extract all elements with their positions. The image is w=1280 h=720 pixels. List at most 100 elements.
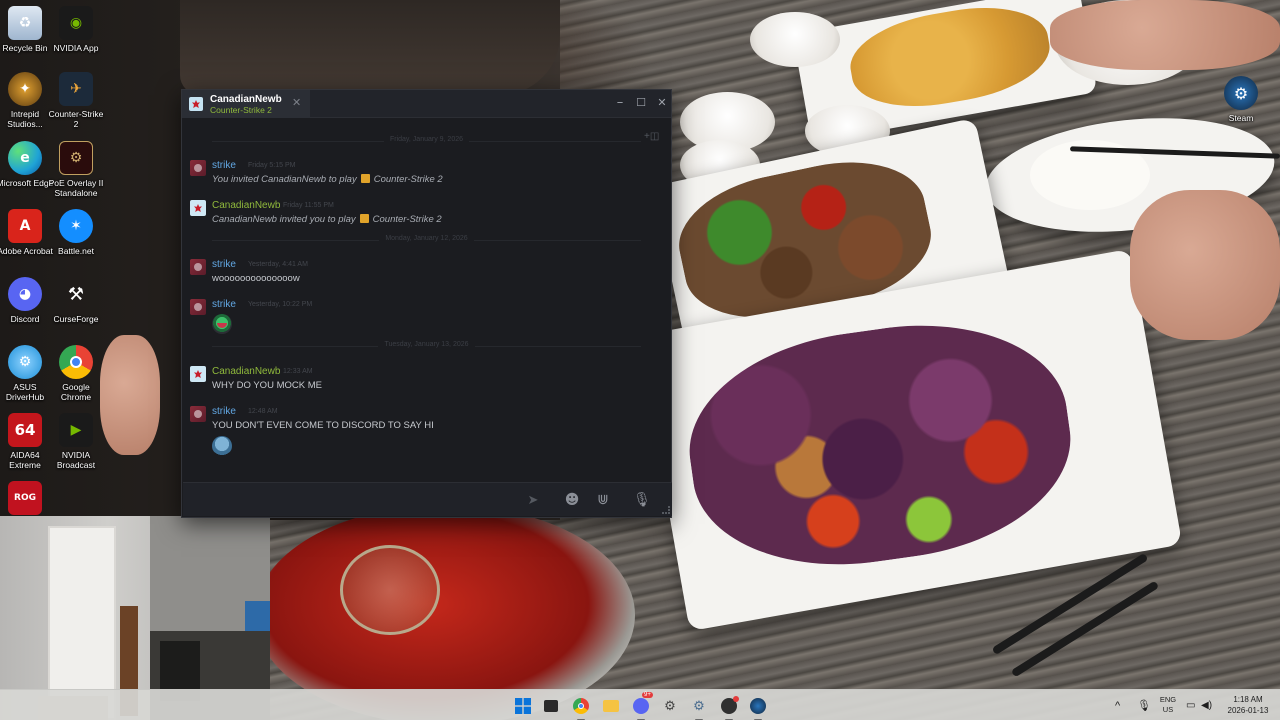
network-tray-icon[interactable]: ▭ <box>1186 690 1195 720</box>
terminal-taskbar-button[interactable] <box>540 695 562 717</box>
windows-logo-icon <box>515 698 531 714</box>
desktop-icon-curseforge[interactable]: ⚒ CurseForge <box>47 277 105 325</box>
message-text: WHY DO YOU MOCK ME <box>212 380 322 391</box>
wallpaper-hand <box>1130 190 1280 340</box>
desktop-icon-edge[interactable]: e Microsoft Edge <box>0 141 54 188</box>
desktop-icon-nvidia-app[interactable]: ◉ NVIDIA App <box>47 6 105 53</box>
message-sender[interactable]: CanadianNewb <box>212 366 280 377</box>
curseforge-icon: ⚒ <box>67 283 85 305</box>
wallpaper-person <box>180 0 560 95</box>
acrobat-icon: A <box>8 209 42 243</box>
close-button[interactable]: ✕ <box>652 93 672 113</box>
tab-friend-game: Counter-Strike 2 <box>210 105 272 115</box>
steam-icon <box>750 698 766 714</box>
volume-tray-icon[interactable]: ◀) <box>1201 690 1212 720</box>
obs-icon <box>721 696 739 714</box>
message-text: YOU DON'T EVEN COME TO DISCORD TO SAY HI <box>212 420 434 431</box>
day-divider: Monday, January 12, 2026 <box>212 235 641 245</box>
desktop-icon-acrobat[interactable]: A Adobe Acrobat <box>0 209 54 256</box>
message-time: Friday 5:15 PM <box>248 162 296 169</box>
speaker-icon: ◀) <box>1201 700 1213 711</box>
system-clock[interactable]: 1:18 AM 2026-01-13 <box>1220 694 1276 716</box>
recycle-bin-icon: ♻ <box>8 6 42 40</box>
user-avatar <box>190 406 206 422</box>
desktop-icon-recycle-bin[interactable]: ♻ Recycle Bin <box>0 6 54 53</box>
message-sender[interactable]: strike <box>212 406 236 417</box>
language-indicator[interactable]: ENG US <box>1157 695 1179 715</box>
rog-cpu-icon: ROG <box>8 481 42 515</box>
obs-taskbar-button[interactable] <box>718 695 740 720</box>
terminal-icon <box>544 700 558 712</box>
tray-overflow-button[interactable]: ^ <box>1115 690 1120 720</box>
attach-button[interactable]: ⋓ <box>592 489 614 511</box>
chat-history[interactable]: +◫ Friday, January 9, 2026 strike Friday… <box>182 119 671 481</box>
message-sender[interactable]: strike <box>212 160 236 171</box>
message-time: Friday 11:55 PM <box>283 202 334 209</box>
voice-button[interactable]: 🎙 <box>631 489 653 511</box>
counter-strike-icon: ✈ <box>59 72 93 106</box>
windows-taskbar: 9+ ⚙ ⚙ ^ 🎙 ENG US ▭ ◀) 1:18 AM 2026-01-1… <box>0 689 1280 720</box>
green-emoticon-icon[interactable] <box>212 314 232 334</box>
game-icon <box>359 214 369 223</box>
message-time: Yesterday, 10:22 PM <box>248 301 313 308</box>
desktop-icon-asus-driverhub[interactable]: ⚙ ASUS DriverHub <box>0 345 54 402</box>
desktop-icon-poe-overlay[interactable]: ⚙ PoE Overlay II Standalone <box>47 141 105 198</box>
wallpaper-bowl <box>750 12 840 67</box>
emoticon-button[interactable]: ☻ <box>561 489 583 511</box>
maximize-button[interactable]: ☐ <box>631 93 651 113</box>
minimize-button[interactable]: – <box>610 93 630 113</box>
desktop-icon-steam[interactable]: ⚙ Steam <box>1212 76 1270 123</box>
desktop-icon-chrome[interactable]: Google Chrome <box>47 345 105 402</box>
day-divider: Tuesday, January 13, 2026 <box>212 341 641 351</box>
discord-badge: 9+ <box>642 692 653 698</box>
wallpaper-hand <box>1050 0 1280 70</box>
message-sender[interactable]: strike <box>212 299 236 310</box>
file-explorer-taskbar-button[interactable] <box>600 695 622 717</box>
wallpaper-hand <box>100 335 160 455</box>
user-avatar <box>190 160 206 176</box>
tab-close-icon[interactable]: ✕ <box>292 97 301 109</box>
chevron-up-icon: ^ <box>1115 699 1121 712</box>
blue-emoticon-icon[interactable] <box>212 436 232 456</box>
nvidia-broadcast-icon: ▶ <box>59 413 93 447</box>
desktop-icon-battlenet[interactable]: ✶ Battle.net <box>47 209 105 256</box>
wallpaper-hotpot <box>255 505 635 720</box>
discord-icon: ◕ <box>8 277 42 311</box>
gear-taskbar-button[interactable]: ⚙ <box>659 695 681 717</box>
chat-input-bar: ➤ ☻ ⋓ 🎙 <box>183 482 672 516</box>
aida64-icon: 64 <box>8 413 42 447</box>
resize-grip-icon[interactable] <box>662 506 670 514</box>
webcam-monitor <box>245 601 270 631</box>
send-button[interactable]: ➤ <box>520 490 546 510</box>
user-avatar <box>190 259 206 275</box>
steam-chat-window: CanadianNewb Counter-Strike 2 ✕ – ☐ ✕ +◫… <box>181 89 672 518</box>
chat-titlebar[interactable]: CanadianNewb Counter-Strike 2 ✕ – ☐ ✕ <box>182 90 671 118</box>
desktop-icon-discord[interactable]: ◕ Discord <box>0 277 54 324</box>
settings-taskbar-button[interactable]: ⚙ <box>688 695 710 720</box>
discord-taskbar-button[interactable]: 9+ <box>630 692 653 720</box>
tab-friend-name: CanadianNewb <box>210 94 282 105</box>
chrome-icon <box>573 698 589 714</box>
desktop-icon-intrepid[interactable]: ✦ Intrepid Studios... <box>0 72 54 129</box>
edge-icon: e <box>8 141 42 175</box>
message-input[interactable] <box>191 489 511 511</box>
message-sender[interactable]: strike <box>212 259 236 270</box>
day-divider: Friday, January 9, 2026 <box>212 136 641 146</box>
message-text: CanadianNewb invited you to play Counter-… <box>212 214 442 225</box>
microphone-icon: 🎙 <box>1137 700 1151 712</box>
desktop-icon-rog-cpu[interactable]: ROG <box>0 481 54 515</box>
start-button[interactable] <box>512 695 534 717</box>
message-sender[interactable]: CanadianNewb <box>212 200 280 211</box>
expand-icon[interactable]: +◫ <box>644 131 659 142</box>
steam-taskbar-button[interactable] <box>747 695 769 720</box>
desktop-icon-aida64[interactable]: 64 AIDA64 Extreme <box>0 413 54 470</box>
chat-tab-canadiannewb[interactable]: CanadianNewb Counter-Strike 2 ✕ <box>182 90 310 118</box>
desktop-icon-counter-strike[interactable]: ✈ Counter-Strike 2 <box>47 72 105 129</box>
desktop-icon-nvidia-broadcast[interactable]: ▶ NVIDIA Broadcast <box>47 413 105 470</box>
microphone-tray-icon[interactable]: 🎙 <box>1137 690 1151 720</box>
battlenet-icon: ✶ <box>59 209 93 243</box>
discord-icon <box>633 698 649 714</box>
chrome-taskbar-button[interactable] <box>570 695 592 720</box>
message-text: woooooooooooooow <box>212 273 300 284</box>
message-time: 12:33 AM <box>283 368 313 375</box>
